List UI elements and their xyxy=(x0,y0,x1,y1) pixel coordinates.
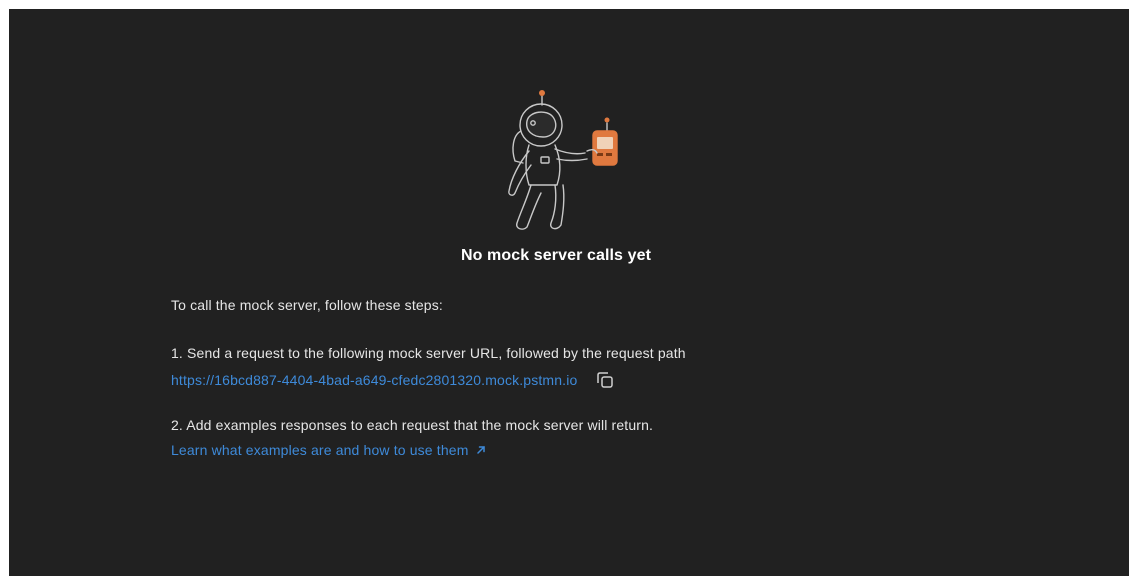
step-1-text: 1. Send a request to the following mock … xyxy=(171,345,686,361)
learn-examples-link[interactable]: Learn what examples are and how to use t… xyxy=(171,442,469,458)
mock-server-calls-panel: No mock server calls yet To call the moc… xyxy=(9,9,1129,576)
steps-intro: To call the mock server, follow these st… xyxy=(171,297,443,313)
step-2-text: 2. Add examples responses to each reques… xyxy=(171,417,654,433)
external-link-arrow-icon[interactable] xyxy=(475,444,487,456)
learn-examples-row: Learn what examples are and how to use t… xyxy=(171,442,487,458)
copy-icon[interactable] xyxy=(593,369,617,391)
mock-server-url-link[interactable]: https://16bcd887-4404-4bad-a649-cfedc280… xyxy=(171,372,577,388)
empty-state-title: No mock server calls yet xyxy=(460,247,652,264)
mock-url-row: https://16bcd887-4404-4bad-a649-cfedc280… xyxy=(171,369,617,391)
astronaut-illustration xyxy=(508,90,618,230)
